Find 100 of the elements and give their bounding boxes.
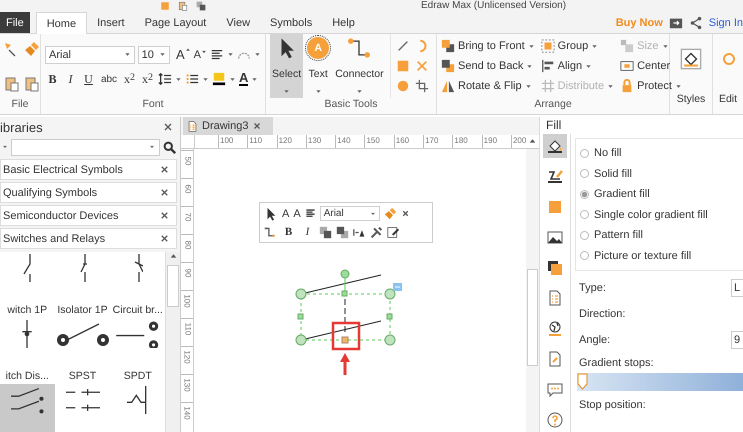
input-field[interactable]: 9 (731, 331, 743, 349)
search-field[interactable] (11, 138, 160, 156)
fill-option[interactable]: Pattern fill (580, 225, 739, 246)
format-button[interactable]: B (45, 72, 60, 86)
bold-button[interactable]: B (281, 226, 296, 238)
shape-item[interactable] (0, 384, 54, 432)
format-button[interactable]: U (81, 72, 96, 86)
shape-item[interactable]: itch Dis... (0, 318, 54, 384)
align-lines-icon[interactable] (304, 208, 316, 220)
align-button[interactable]: Align (540, 59, 614, 73)
font-name-field[interactable]: Arial (320, 206, 380, 222)
menu-tab[interactable]: Insert (87, 12, 135, 33)
scroll-thumb[interactable] (167, 265, 179, 307)
fill-option[interactable]: No fill (580, 143, 739, 164)
fill-option[interactable]: Solid fill (580, 164, 739, 184)
format-button[interactable]: x$^{2}$ (140, 72, 155, 86)
paste-icon[interactable] (4, 76, 20, 92)
paste-icon[interactable] (24, 76, 40, 92)
close-icon[interactable] (159, 233, 170, 244)
panel-title: Fill (545, 117, 562, 134)
library-category[interactable]: Qualifying Symbols (0, 182, 177, 203)
caret-icon (201, 48, 207, 54)
close-icon[interactable] (159, 187, 170, 198)
radio-button[interactable] (580, 251, 589, 260)
print-icon[interactable] (196, 1, 206, 11)
font-name-field[interactable]: Arial (45, 46, 135, 64)
font-color-button[interactable]: A (239, 72, 248, 86)
shape-item[interactable]: SPDT (110, 318, 165, 384)
align-lines-icon[interactable] (210, 48, 224, 62)
format-button[interactable]: I (63, 72, 78, 86)
switch-shape-drawing[interactable] (296, 270, 402, 346)
shape-item[interactable]: Isolator 1P (54, 252, 110, 318)
fill-option[interactable]: Single color gradient fill (580, 204, 739, 225)
gradient-stop-handle[interactable] (577, 373, 588, 390)
library-category[interactable]: Basic Electrical Symbols (0, 159, 177, 180)
shrink-font-button[interactable]: A (293, 208, 301, 220)
caret-icon (149, 144, 155, 150)
layers-icon[interactable] (336, 226, 349, 239)
radio-button[interactable] (580, 148, 589, 158)
close-icon[interactable] (159, 164, 170, 175)
panel-icon (547, 138, 563, 154)
sign-in-link[interactable]: Sign In (708, 16, 743, 28)
send-back-button[interactable]: Send to Back (441, 59, 535, 73)
document-tab[interactable]: Drawing3 (183, 117, 273, 135)
library-category[interactable]: Semiconductor Devices (0, 205, 177, 226)
connector-icon[interactable] (264, 226, 277, 239)
shape-item[interactable]: witch 1P (0, 252, 54, 318)
close-icon[interactable] (159, 210, 170, 221)
bring-front-button[interactable]: Bring to Front (441, 39, 535, 53)
menu-tab[interactable]: Symbols (260, 12, 322, 33)
group-button[interactable]: Group (540, 39, 614, 53)
library-category[interactable]: Switches and Relays (0, 228, 177, 249)
font-size-field[interactable]: 10 (138, 46, 170, 64)
protect-button[interactable]: Protect (620, 79, 682, 93)
highlight-icon[interactable] (212, 72, 226, 86)
close-icon[interactable] (162, 121, 174, 133)
search-icon[interactable] (163, 140, 176, 154)
fill-option[interactable]: Picture or texture fill (580, 246, 739, 266)
line-icon[interactable] (396, 39, 410, 53)
close-icon[interactable] (252, 121, 262, 131)
menu-tab[interactable]: View (216, 12, 260, 33)
scrollbar[interactable] (527, 269, 538, 366)
bullets-icon[interactable] (185, 72, 199, 86)
layers-icon[interactable] (319, 226, 332, 239)
radio-button[interactable] (580, 230, 589, 240)
group-label: File (10, 98, 30, 112)
fill-bucket-icon[interactable] (543, 134, 567, 158)
menu-tab[interactable]: Home (36, 12, 88, 34)
edit-icon[interactable] (387, 226, 400, 239)
line-spacing-icon[interactable] (158, 72, 172, 86)
grow-font-button[interactable]: A (282, 208, 290, 220)
format-button[interactable]: abc (99, 74, 119, 84)
fill-option[interactable]: Gradient fill (580, 184, 739, 204)
caret-icon (202, 76, 209, 82)
radio-button[interactable] (580, 210, 589, 220)
share-icon[interactable] (688, 16, 703, 30)
crop-icon[interactable] (414, 79, 429, 93)
close-icon[interactable] (400, 209, 410, 218)
styles-icon[interactable] (680, 48, 702, 70)
tool-button[interactable]: Select (270, 34, 304, 98)
rotate-button[interactable]: Rotate & Flip (441, 79, 535, 93)
tools-icon[interactable] (370, 226, 383, 239)
center-button[interactable]: Center (620, 59, 682, 73)
tool-button[interactable]: Connector (333, 34, 386, 98)
menu-tab[interactable]: Help (322, 12, 365, 33)
app-icon (160, 1, 170, 11)
menu-tab[interactable]: Page Layout (134, 12, 216, 33)
folder-icon[interactable] (668, 16, 683, 30)
shape-item[interactable]: SPST (54, 318, 110, 384)
input-field[interactable]: L (731, 279, 743, 297)
tool-button[interactable]: A Text (305, 34, 332, 98)
save-icon[interactable] (178, 1, 188, 11)
radio-button[interactable] (580, 169, 589, 178)
menu-tab[interactable]: File (0, 12, 30, 33)
italic-button[interactable]: I (300, 226, 315, 238)
edit-button[interactable]: Edit (713, 84, 743, 114)
radio-button[interactable] (580, 190, 589, 199)
grow-font-button[interactable]: A (176, 47, 191, 62)
shape-item[interactable]: Circuit br... (110, 252, 165, 318)
shrink-font-button[interactable]: A (194, 48, 207, 60)
